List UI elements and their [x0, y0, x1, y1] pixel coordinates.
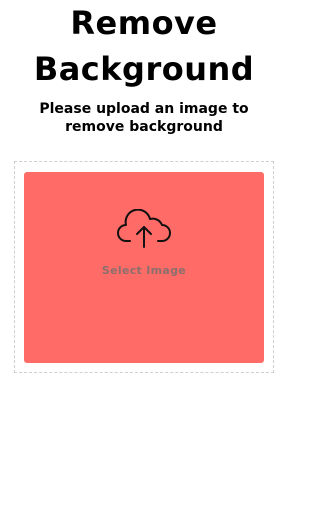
image-upload-dropzone[interactable]: Select Image [24, 172, 264, 363]
cloud-upload-icon [117, 209, 171, 248]
select-image-label[interactable]: Select Image [24, 264, 264, 277]
page-subtitle: Please upload an image to remove backgro… [39, 101, 249, 135]
page-title: Remove Background [33, 4, 255, 88]
